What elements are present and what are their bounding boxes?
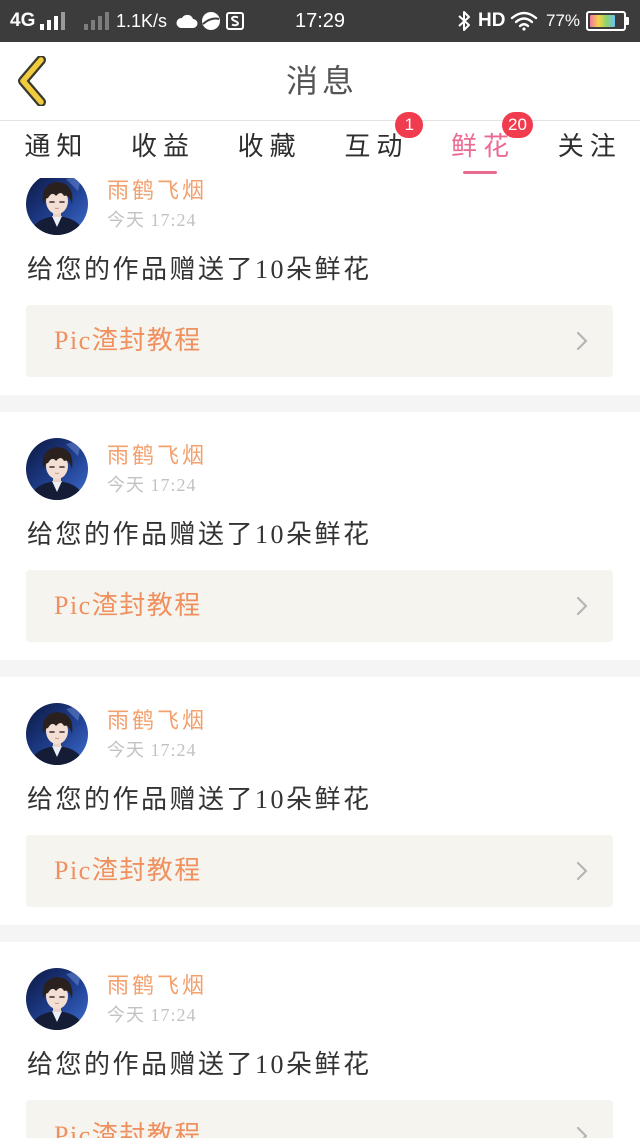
avatar[interactable] [26,438,88,500]
message-card: 雨鹤飞烟 今天 17:24 给您的作品赠送了10朵鲜花 Pic渣封教程 [0,677,640,925]
tab-label: 互动 [344,132,409,161]
cloud-icon [176,0,198,42]
tab-notifications[interactable]: 通知 [0,121,107,178]
wifi-icon [510,0,538,42]
ball-icon [201,0,221,42]
work-title: Pic渣封教程 [54,591,202,620]
message-card: 雨鹤飞烟 今天 17:24 给您的作品赠送了10朵鲜花 Pic渣封教程 [0,942,640,1138]
work-title: Pic渣封教程 [54,856,202,885]
sender-name[interactable]: 雨鹤飞烟 [107,708,207,734]
message-text: 给您的作品赠送了10朵鲜花 [27,520,372,549]
message-text: 给您的作品赠送了10朵鲜花 [27,1050,372,1079]
battery-icon [586,0,629,42]
message-timestamp: 今天 17:24 [107,475,197,495]
message-timestamp: 今天 17:24 [107,210,197,230]
tab-label: 收益 [131,132,196,161]
sender-name[interactable]: 雨鹤飞烟 [107,178,207,204]
tab-bar: 通知 收益 收藏 互动 1 鲜花 20 关注 [0,112,640,178]
chevron-right-icon [576,596,588,616]
unread-badge: 20 [502,112,533,138]
bluetooth-icon [457,0,471,42]
message-text: 给您的作品赠送了10朵鲜花 [27,785,372,814]
tab-flowers[interactable]: 鲜花 20 [427,112,534,178]
hd-indicator: HD [478,10,506,31]
tab-earnings[interactable]: 收益 [107,121,214,178]
work-link[interactable]: Pic渣封教程 [26,305,613,377]
network-type: 4G [10,10,36,31]
battery-fill [590,15,615,27]
clock: 17:29 [294,9,346,32]
header: 消息 [0,42,640,121]
chevron-right-icon [576,331,588,351]
signal-secondary-icon [84,0,110,42]
page-title: 消息 [285,63,358,99]
work-title: Pic渣封教程 [54,326,202,355]
message-card: 雨鹤飞烟 今天 17:24 给您的作品赠送了10朵鲜花 Pic渣封教程 [0,412,640,660]
tab-follows[interactable]: 关注 [533,121,640,178]
work-link[interactable]: Pic渣封教程 [26,570,613,642]
tab-interactions[interactable]: 互动 1 [320,112,427,178]
signal-icon [40,0,66,42]
tab-label: 关注 [557,132,622,161]
s-app-icon [226,0,244,42]
message-text: 给您的作品赠送了10朵鲜花 [27,255,372,284]
battery-percent: 77% [546,11,581,30]
avatar[interactable] [26,178,88,235]
status-bar: 4G 1.1K/s 17:29 HD 77% [0,0,640,42]
message-timestamp: 今天 17:24 [107,1005,197,1025]
work-link[interactable]: Pic渣封教程 [26,835,613,907]
work-link[interactable]: Pic渣封教程 [26,1100,613,1138]
tab-label: 收藏 [237,132,302,161]
avatar[interactable] [26,968,88,1030]
unread-badge: 1 [395,112,424,138]
avatar[interactable] [26,703,88,765]
tab-label: 通知 [24,132,89,161]
message-timestamp: 今天 17:24 [107,740,197,760]
active-tab-indicator [463,171,498,174]
tab-label: 鲜花 [451,132,516,161]
sender-name[interactable]: 雨鹤飞烟 [107,973,207,999]
work-title: Pic渣封教程 [54,1121,202,1138]
tab-favorites[interactable]: 收藏 [213,121,320,178]
message-card: 雨鹤飞烟 今天 17:24 给您的作品赠送了10朵鲜花 Pic渣封教程 [0,178,640,395]
message-list[interactable]: 雨鹤飞烟 今天 17:24 给您的作品赠送了10朵鲜花 Pic渣封教程 雨鹤飞烟… [0,178,640,1138]
sender-name[interactable]: 雨鹤飞烟 [107,443,207,469]
chevron-right-icon [576,1126,588,1138]
network-speed: 1.1K/s [116,10,168,31]
chevron-right-icon [576,861,588,881]
